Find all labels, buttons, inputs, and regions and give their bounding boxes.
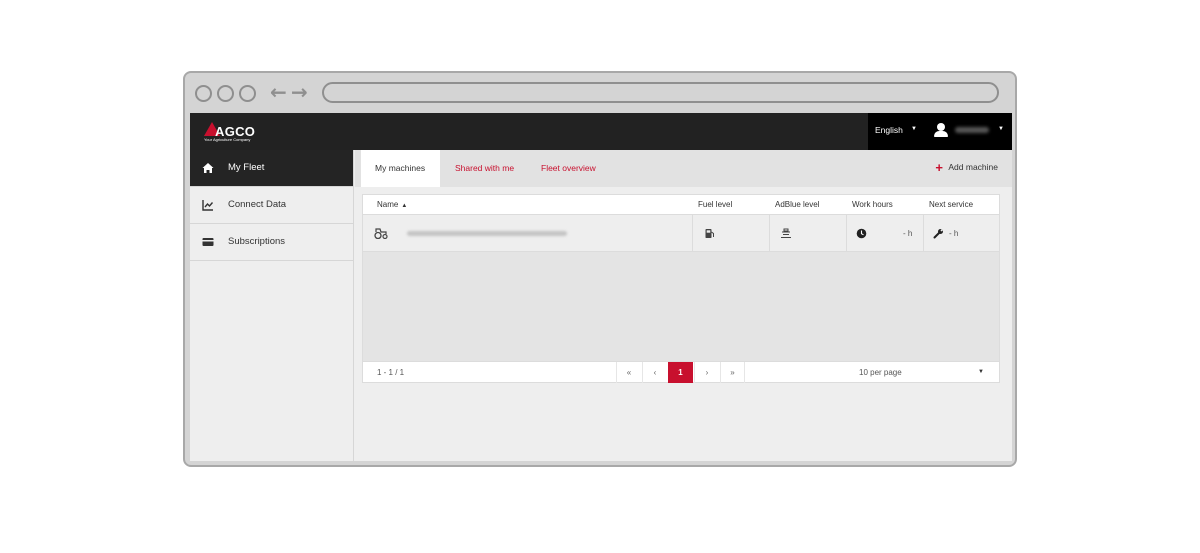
home-icon	[202, 163, 214, 173]
work-hours-cell: - h	[846, 215, 923, 252]
wrench-icon	[933, 229, 943, 239]
adblue-level-cell	[769, 215, 846, 252]
table-empty-area	[363, 253, 999, 361]
sort-ascending-icon: ▲	[401, 203, 408, 209]
add-machine-label: Add machine	[948, 162, 998, 172]
caret-down-icon[interactable]: ▼	[911, 126, 917, 132]
window-close-button[interactable]	[195, 85, 212, 102]
top-navigation-bar: AGCO Your Agriculture Company English ▼ …	[190, 113, 1012, 150]
window-maximize-button[interactable]	[239, 85, 256, 102]
fuel-level-cell	[692, 215, 769, 252]
sidebar-item-subscriptions[interactable]: Subscriptions	[190, 224, 353, 261]
forward-arrow-icon[interactable]: →	[291, 82, 308, 102]
tab-shared-with-me[interactable]: Shared with me	[455, 150, 514, 187]
browser-window: ← → AGCO Your Agriculture Company Englis…	[183, 71, 1017, 467]
sidebar-item-connect-data[interactable]: Connect Data	[190, 187, 353, 224]
clock-icon	[856, 228, 867, 239]
main-content: My machines Shared with me Fleet overvie…	[355, 150, 1012, 461]
machine-name-redacted[interactable]	[407, 231, 567, 236]
machines-table: Name ▲ Fuel level AdBlue level Work hours…	[362, 194, 1000, 383]
last-page-button[interactable]: »	[720, 362, 745, 383]
chart-icon	[202, 200, 214, 211]
app-viewport: AGCO Your Agriculture Company English ▼ …	[190, 113, 1012, 461]
next-page-button[interactable]: ›	[694, 362, 719, 383]
window-minimize-button[interactable]	[217, 85, 234, 102]
column-header-work-hours[interactable]: Work hours	[852, 200, 893, 209]
next-service-cell: - h	[923, 215, 999, 252]
add-machine-button[interactable]: + Add machine	[935, 160, 998, 176]
logo-tagline: Your Agriculture Company	[204, 137, 251, 142]
tab-fleet-overview[interactable]: Fleet overview	[541, 150, 596, 187]
address-bar[interactable]	[322, 82, 999, 103]
pagination-range: 1 - 1 / 1	[377, 368, 405, 377]
back-arrow-icon[interactable]: ←	[270, 82, 287, 102]
plus-icon: +	[935, 160, 943, 175]
column-header-fuel-level[interactable]: Fuel level	[698, 200, 732, 209]
sidebar-item-label: My Fleet	[228, 162, 265, 173]
credit-card-icon	[202, 238, 214, 246]
user-name-redacted[interactable]	[955, 127, 989, 133]
tab-my-machines[interactable]: My machines	[361, 150, 440, 187]
column-header-adblue-level[interactable]: AdBlue level	[775, 200, 819, 209]
page-1-button[interactable]: 1	[668, 362, 693, 383]
first-page-button[interactable]: «	[616, 362, 641, 383]
table-row[interactable]: - h - h	[363, 215, 999, 252]
user-icon[interactable]	[934, 123, 948, 137]
column-header-name[interactable]: Name ▲	[377, 200, 407, 209]
sidebar-item-label: Connect Data	[228, 199, 287, 210]
language-selector[interactable]: English	[875, 125, 903, 135]
pagination-bar: 1 - 1 / 1 « ‹ 1 › » 10 per page ▼	[363, 361, 999, 383]
tab-bar: My machines Shared with me Fleet overvie…	[355, 150, 1012, 187]
tractor-icon	[374, 228, 388, 239]
fuel-pump-icon	[705, 229, 714, 238]
table-header: Name ▲ Fuel level AdBlue level Work hours…	[363, 195, 999, 215]
column-header-next-service[interactable]: Next service	[929, 200, 973, 209]
browser-toolbar: ← →	[185, 73, 1015, 113]
caret-down-icon[interactable]: ▼	[998, 126, 1004, 132]
per-page-select[interactable]: 10 per page	[859, 368, 902, 377]
topbar-user-area: English ▼ ▼	[868, 113, 1012, 150]
sidebar-item-my-fleet[interactable]: My Fleet	[190, 150, 353, 187]
caret-down-icon[interactable]: ▼	[978, 369, 984, 375]
previous-page-button[interactable]: ‹	[642, 362, 667, 383]
work-hours-value: - h	[903, 229, 913, 238]
adblue-icon	[781, 228, 791, 239]
sidebar: My Fleet Connect Data Subscriptions	[190, 150, 354, 461]
next-service-value: - h	[949, 229, 959, 238]
sidebar-item-label: Subscriptions	[228, 236, 286, 247]
